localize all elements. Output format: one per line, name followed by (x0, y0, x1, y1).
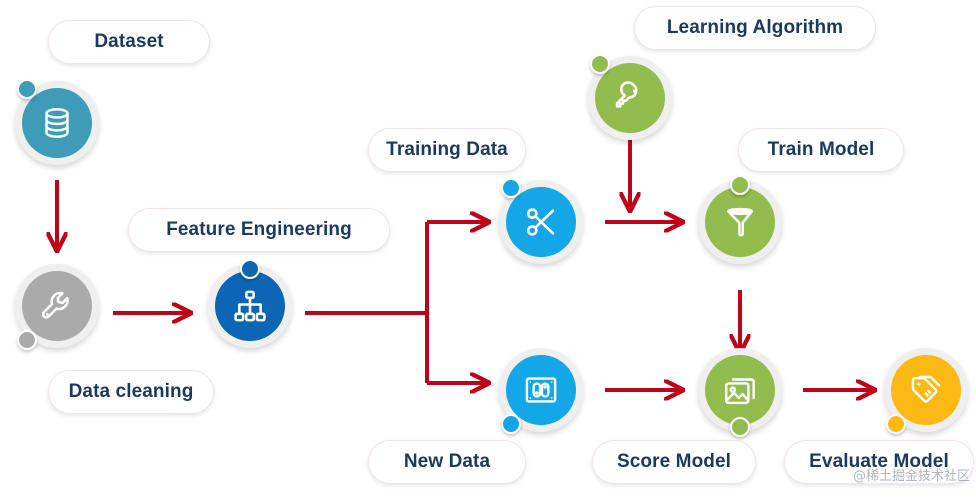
node-disc (506, 187, 576, 257)
node-disc (506, 355, 576, 425)
node-accent-dot (501, 178, 521, 198)
node-train-model[interactable] (698, 175, 782, 264)
data-module-icon (523, 372, 559, 408)
node-accent-dot (240, 259, 260, 279)
key-icon (612, 80, 648, 116)
node-training-data[interactable] (499, 178, 583, 264)
node-accent-dot (17, 79, 37, 99)
node-dataset[interactable] (15, 79, 99, 165)
pill-train-model[interactable]: Train Model (738, 128, 904, 172)
pill-learning-algorithm[interactable]: Learning Algorithm (634, 6, 876, 50)
node-evaluate-model[interactable] (884, 348, 968, 434)
node-accent-dot (590, 54, 610, 74)
scissors-icon (523, 204, 559, 240)
database-icon (40, 106, 74, 140)
node-disc (705, 187, 775, 257)
node-new-data[interactable] (499, 348, 583, 434)
node-disc (891, 355, 961, 425)
node-disc (22, 271, 92, 341)
images-icon (722, 372, 758, 408)
pill-training-data[interactable]: Training Data (368, 128, 526, 172)
node-accent-dot (17, 330, 37, 350)
pill-data-cleaning[interactable]: Data cleaning (48, 370, 214, 414)
pill-feature-engineering[interactable]: Feature Engineering (128, 208, 390, 252)
node-feature-engineering[interactable] (208, 259, 292, 348)
pill-dataset[interactable]: Dataset (48, 20, 210, 64)
pill-score-model[interactable]: Score Model (592, 440, 756, 484)
node-disc (595, 63, 665, 133)
wrench-icon (39, 288, 75, 324)
node-score-model[interactable] (698, 348, 782, 437)
funnel-icon (722, 204, 758, 240)
hierarchy-icon (232, 288, 268, 324)
watermark: @稀土掘金技术社区 (852, 469, 970, 484)
node-disc (215, 271, 285, 341)
node-learning-algorithm[interactable] (588, 54, 672, 140)
node-accent-dot (730, 417, 750, 437)
node-disc (22, 88, 92, 158)
node-accent-dot (501, 414, 521, 434)
node-disc (705, 355, 775, 425)
node-accent-dot (886, 414, 906, 434)
pill-new-data[interactable]: New Data (368, 440, 526, 484)
diagram-canvas: Dataset Data cleaning Feature Engineerin… (0, 0, 976, 500)
tags-icon (908, 372, 944, 408)
node-accent-dot (730, 175, 750, 195)
node-data-cleaning[interactable] (15, 264, 99, 350)
